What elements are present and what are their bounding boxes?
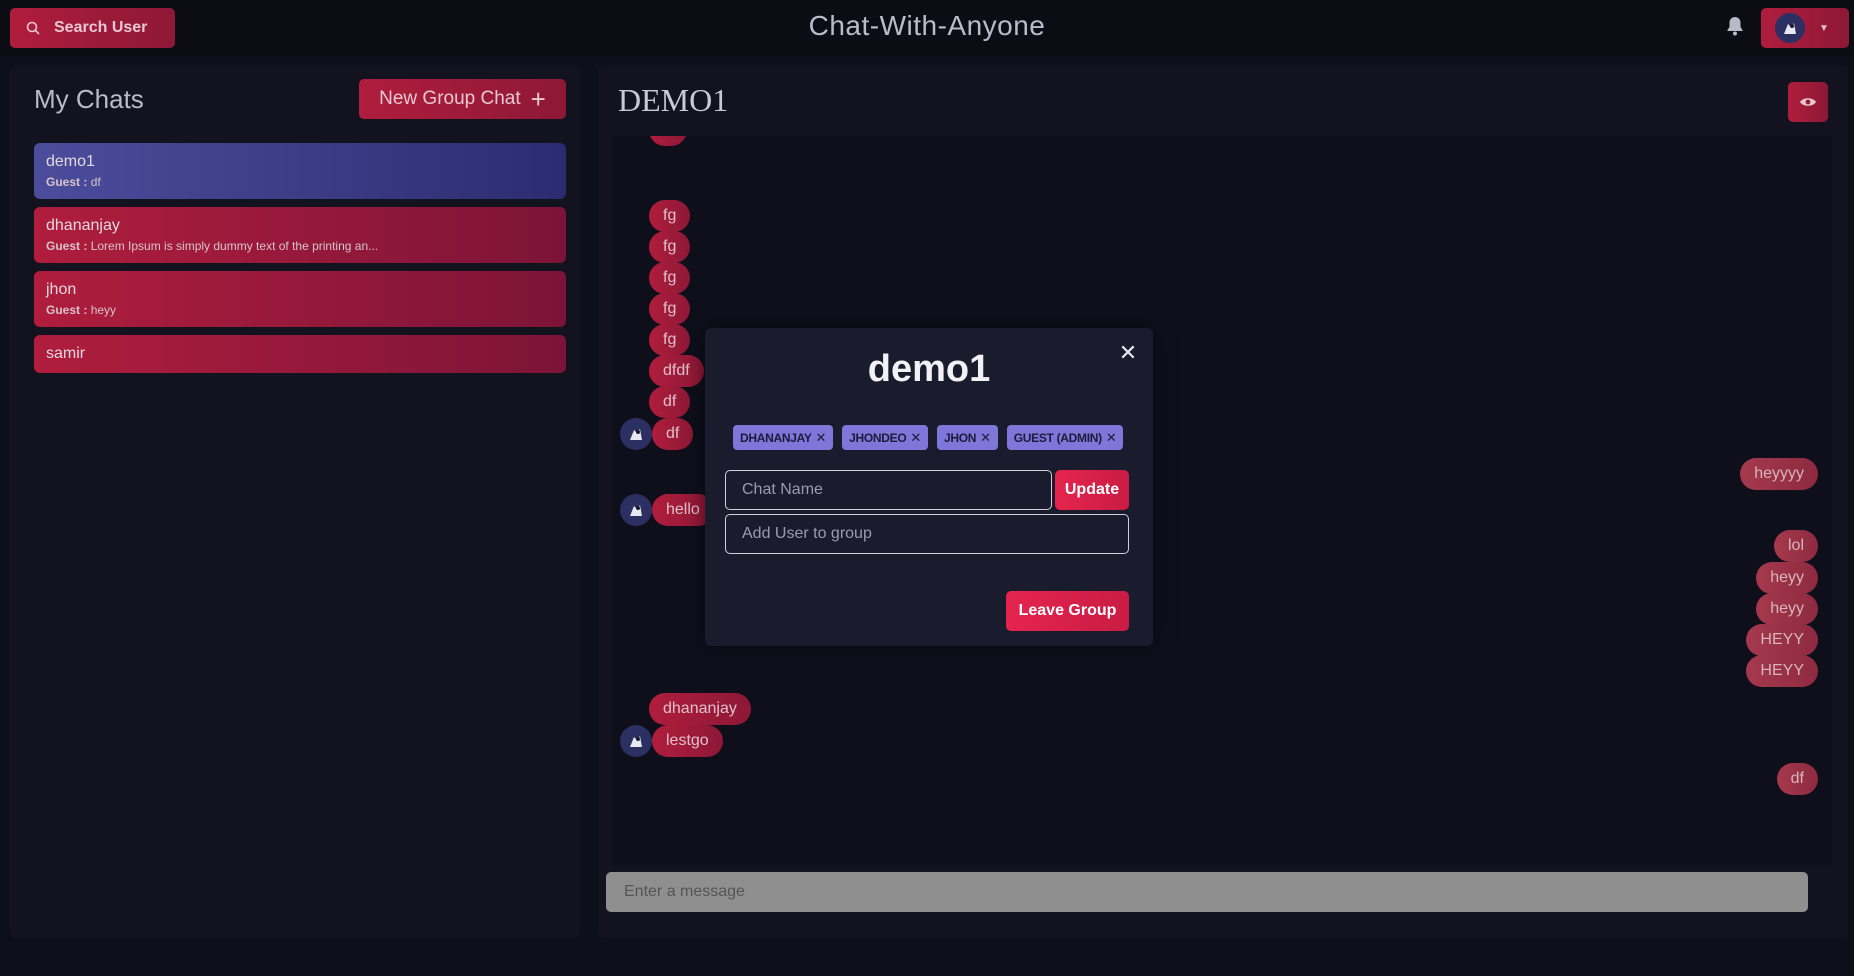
member-name: JHONDEO	[849, 430, 907, 445]
remove-member-icon[interactable]: ✕	[1106, 430, 1117, 446]
chevron-down-icon: ▼	[1819, 22, 1829, 34]
chat-preview-text: Lorem Ipsum is simply dummy text of the …	[90, 239, 379, 253]
user-silhouette-icon	[630, 429, 642, 440]
chat-name-input[interactable]	[725, 470, 1052, 510]
chat-preview-text: df	[90, 175, 101, 189]
message-bubble: heyyyy	[1740, 458, 1818, 490]
message-bubble: HEYY	[1746, 655, 1818, 687]
notification-bell-icon[interactable]	[1726, 16, 1744, 41]
remove-member-icon[interactable]: ✕	[980, 430, 991, 446]
message-bubble: df	[652, 418, 694, 450]
message-bubble: fg	[649, 231, 691, 263]
message-bubble: fg	[649, 262, 691, 294]
member-badge[interactable]: GUEST (ADMIN) ✕	[1006, 425, 1124, 450]
user-silhouette-icon	[1784, 23, 1796, 34]
member-badge[interactable]: JHON ✕	[936, 425, 998, 450]
leave-group-button[interactable]: Leave Group	[1006, 591, 1129, 631]
chat-preview-sender: Guest :	[46, 239, 88, 253]
message-bubble: lol	[1773, 530, 1818, 562]
my-chats-panel: My Chats New Group Chat + demo1 Guest : d…	[10, 66, 580, 938]
new-group-chat-button[interactable]: New Group Chat +	[359, 79, 566, 119]
sender-avatar	[620, 725, 652, 757]
message-bubble: dfdf	[649, 355, 704, 387]
chat-list-item[interactable]: samir	[34, 335, 566, 373]
avatar	[1775, 13, 1805, 43]
chat-title: DEMO1	[618, 82, 729, 118]
close-icon[interactable]: ✕	[1115, 340, 1141, 366]
remove-member-icon[interactable]: ✕	[816, 430, 827, 446]
top-bar: Search User Chat-With-Anyone ▼	[0, 0, 1854, 56]
member-badge[interactable]: DHANANJAY ✕	[733, 425, 834, 450]
my-chats-title: My Chats	[34, 84, 144, 114]
chat-list-item[interactable]: jhon Guest : heyy	[34, 271, 566, 327]
sender-avatar	[620, 494, 652, 526]
update-button[interactable]: Update	[1055, 470, 1129, 510]
sender-avatar	[620, 418, 652, 450]
app-title: Chat-With-Anyone	[808, 10, 1046, 41]
message-bubble: HEYY	[1746, 624, 1818, 656]
member-name: JHON	[943, 430, 977, 445]
group-settings-modal: demo1 ✕ DHANANJAY ✕ JHONDEO ✕ JHON ✕ GUEST (AD…	[705, 328, 1153, 646]
chat-list-item[interactable]: demo1 Guest : df	[34, 143, 566, 199]
chat-name: samir	[46, 345, 86, 362]
chat-name: demo1	[46, 153, 95, 170]
member-name: DHANANJAY	[740, 430, 812, 445]
chat-preview: Guest : heyy	[46, 303, 554, 317]
view-group-button[interactable]	[1788, 82, 1828, 122]
new-group-chat-label: New Group Chat	[379, 88, 521, 109]
chat-name: dhananjay	[46, 217, 120, 234]
chat-preview: Guest : Lorem Ipsum is simply dummy text…	[46, 239, 554, 253]
message-bubble: df	[1776, 763, 1818, 795]
chat-name: jhon	[46, 281, 77, 298]
user-silhouette-icon	[630, 505, 642, 516]
message-bubble: lestgo	[652, 725, 723, 757]
message-bubble: fg	[649, 324, 691, 356]
message-bubble: dhananjay	[649, 693, 751, 725]
profile-menu-button[interactable]: ▼	[1761, 8, 1849, 48]
message-bubble: heyy	[1756, 562, 1818, 594]
chat-preview-sender: Guest :	[46, 303, 88, 317]
chat-list-item[interactable]: dhananjay Guest : Lorem Ipsum is simply d…	[34, 207, 566, 263]
member-badge[interactable]: JHONDEO ✕	[842, 425, 928, 450]
user-silhouette-icon	[630, 736, 642, 747]
message-bubble: df	[649, 386, 691, 418]
modal-title: demo1	[867, 348, 991, 390]
message-bubble: fg	[649, 200, 691, 232]
chat-preview: Guest : df	[46, 175, 554, 189]
add-user-input[interactable]	[725, 514, 1129, 554]
chat-preview-text: heyy	[90, 303, 117, 317]
eye-icon	[1800, 98, 1816, 106]
member-badges: DHANANJAY ✕ JHONDEO ✕ JHON ✕ GUEST (ADMIN) ✕	[733, 425, 1132, 450]
remove-member-icon[interactable]: ✕	[910, 430, 921, 446]
message-input[interactable]	[606, 872, 1808, 912]
member-name: GUEST (ADMIN)	[1013, 430, 1102, 445]
chat-list: demo1 Guest : df dhananjay Guest : Lorem Ip…	[34, 143, 566, 381]
plus-icon: +	[530, 84, 546, 114]
message-bubble-partial	[649, 136, 687, 146]
message-bubble: fg	[649, 293, 691, 325]
message-bubble: heyy	[1756, 593, 1818, 625]
chat-preview-sender: Guest :	[46, 175, 88, 189]
